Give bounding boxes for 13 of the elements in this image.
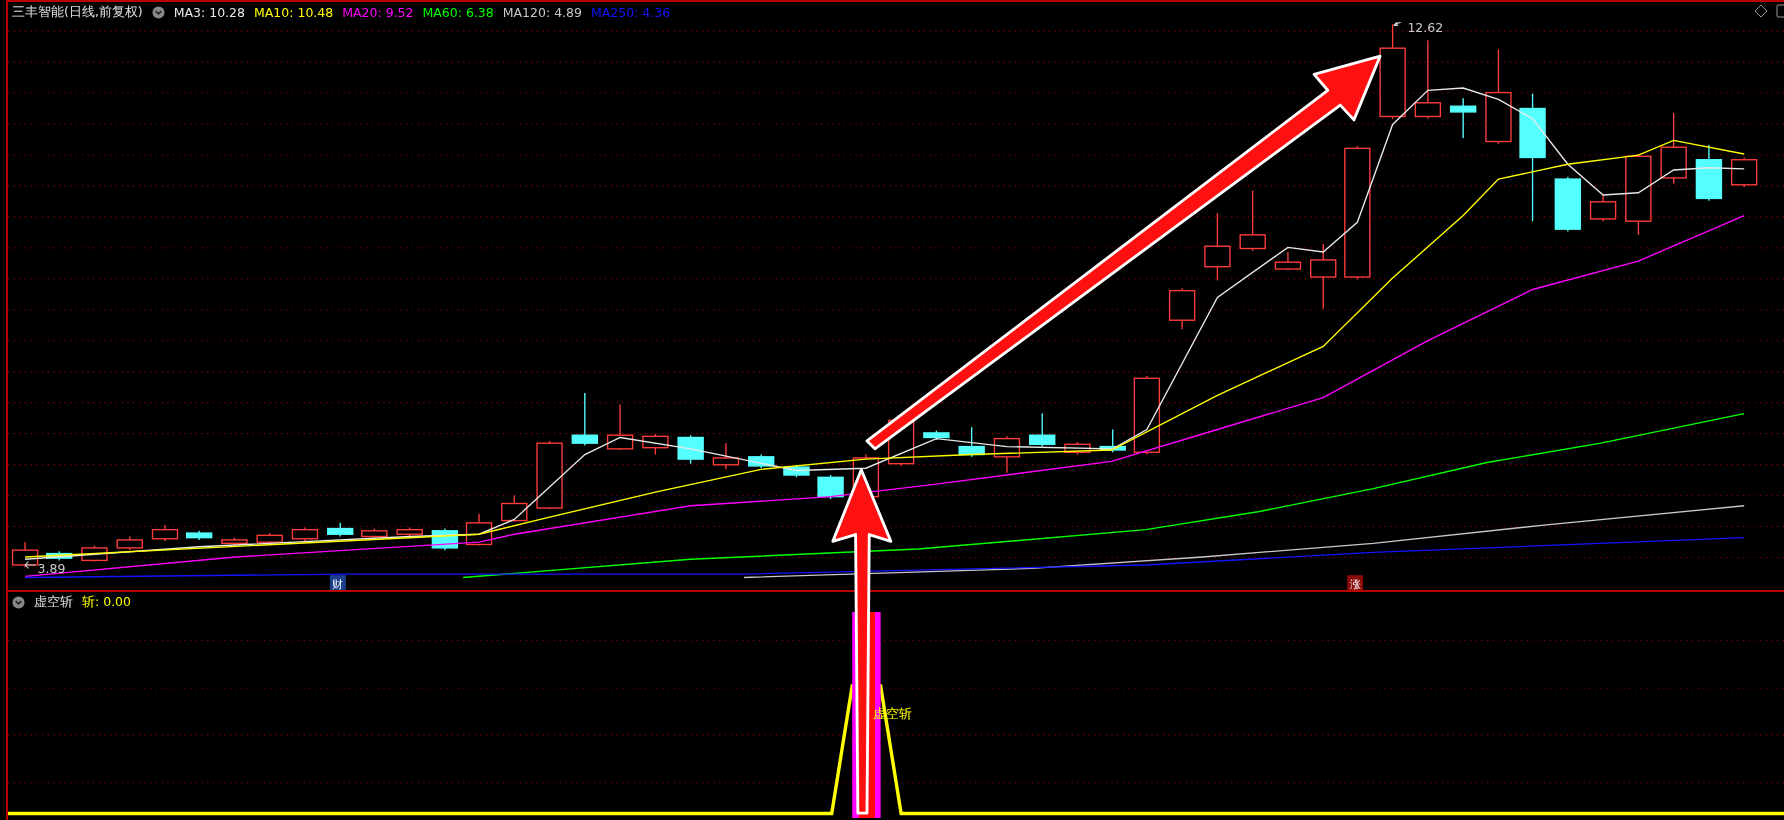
event-marker[interactable]: 涨 [1347,575,1364,590]
stock-title: 三丰智能(日线,前复权) [12,3,143,21]
event-marker[interactable]: 财 [330,575,346,590]
indicator-title: 虚空斩 [34,593,73,611]
moving-average-value: MA20: 9.52 [342,4,414,20]
moving-average-value: MA10: 10.48 [254,4,334,20]
indicator-value: 斩: 0.00 [82,593,132,611]
high-price-label: 12.62 [1407,22,1444,36]
low-price-label: 3.89 [37,560,66,576]
moving-average-value: MA250: 4.36 [590,4,671,20]
moving-average-value: MA60: 6.38 [422,4,494,20]
moving-average-value: MA3: 10.28 [173,4,245,20]
moving-average-value: MA120: 4.89 [502,4,582,20]
